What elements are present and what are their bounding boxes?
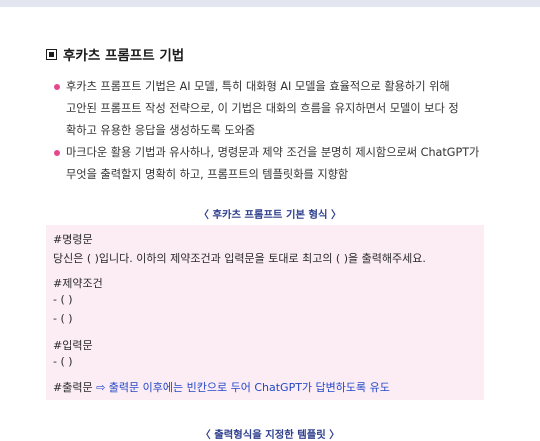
section-title-text: 후카츠 프롬프트 기법 (63, 48, 185, 64)
constraint-item: - ( ) (53, 293, 73, 306)
pink-bullet-icon (54, 150, 60, 156)
bullet-text-line: 확하고 유용한 응답을 생성하도록 도와줌 (66, 124, 256, 137)
constraint-item: - ( ) (53, 312, 73, 325)
output-header: #출력문 (53, 381, 93, 394)
command-header: #명령문 (53, 233, 93, 246)
bullet-text-line: 무엇을 출력할지 명확히 하고, 프롬프트의 템플릿화를 지향함 (66, 168, 349, 181)
section-title: 후카츠 프롬프트 기법 (46, 44, 184, 64)
constraints-header: #제약조건 (53, 277, 103, 290)
bullet-item: 마크다운 활용 기법과 유사하나, 명령문과 제약 조건을 분명히 제시함으로써… (54, 142, 494, 186)
input-item: - ( ) (53, 355, 73, 368)
bullet-text-line: 고안된 프롬프트 작성 전략으로, 이 기법은 대화의 흐름을 유지하면서 모델… (66, 102, 459, 115)
pink-bullet-icon (54, 84, 60, 90)
output-line: #출력문 ⇨ 출력문 이후에는 빈칸으로 두어 ChatGPT가 답변하도록 유… (53, 379, 390, 395)
output-template-caption: 〈 출력형식을 지정한 템플릿 〉 (200, 429, 340, 441)
bullet-text-line: 마크다운 활용 기법과 유사하나, 명령문과 제약 조건을 분명히 제시함으로써… (66, 146, 480, 159)
template-caption: 〈 후카츠 프롬프트 기본 형식 〉 (198, 209, 342, 221)
bullet-text-line: 후카츠 프롬프트 기법은 AI 모델, 특히 대화형 AI 모델을 효율적으로 … (66, 80, 450, 93)
input-header: #입력문 (53, 339, 93, 352)
output-note: ⇨ 출력문 이후에는 빈칸으로 두어 ChatGPT가 답변하도록 유도 (96, 381, 390, 394)
top-bar (0, 0, 540, 7)
prompt-template-box: #명령문 당신은 ( )입니다. 이하의 제약조건과 입력문을 토대로 최고의 … (46, 225, 484, 400)
square-bullet-icon (46, 48, 57, 60)
command-line: 당신은 ( )입니다. 이하의 제약조건과 입력문을 토대로 최고의 ( )을 … (53, 252, 426, 265)
bullet-item: 후카츠 프롬프트 기법은 AI 모델, 특히 대화형 AI 모델을 효율적으로 … (54, 76, 494, 142)
